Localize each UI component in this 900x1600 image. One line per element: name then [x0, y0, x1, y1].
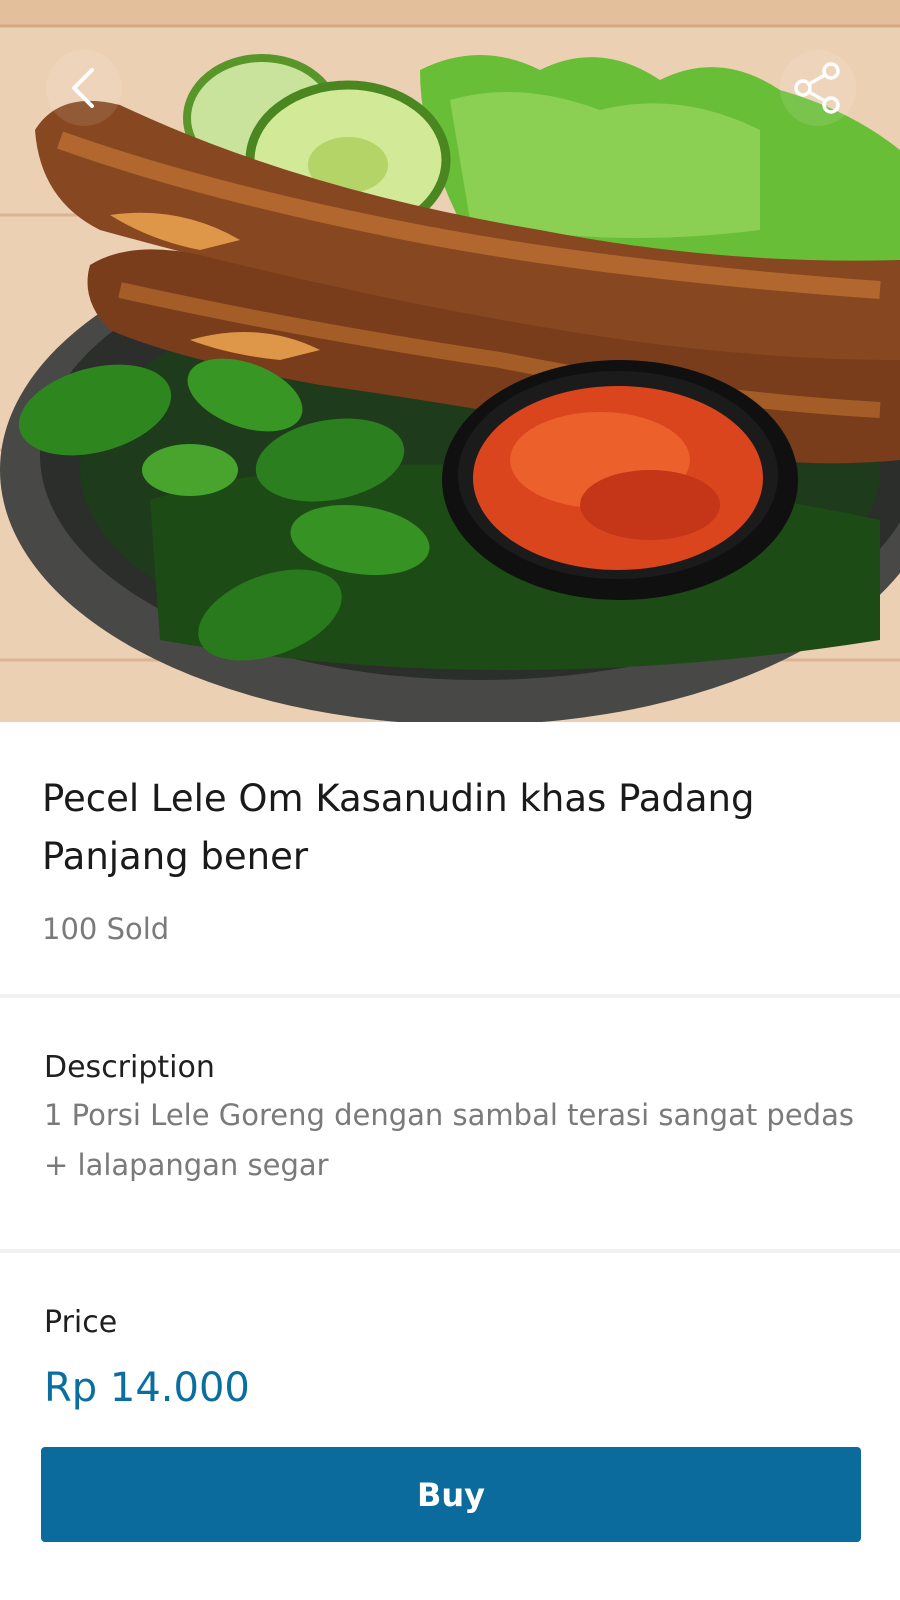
share-button[interactable] [780, 50, 856, 126]
product-title: Pecel Lele Om Kasanudin khas Padang Panj… [42, 777, 755, 878]
description-section: Description 1 Porsi Lele Goreng dengan s… [0, 1000, 900, 1248]
price-value: Rp 14.000 [44, 1365, 250, 1411]
price-label: Price [44, 1305, 118, 1340]
share-icon [794, 62, 840, 114]
divider [0, 1249, 900, 1253]
back-button[interactable] [46, 50, 122, 126]
description-text: 1 Porsi Lele Goreng dengan sambal terasi… [44, 1098, 854, 1182]
product-summary: Pecel Lele Om Kasanudin khas Padang Panj… [0, 722, 900, 992]
buy-button[interactable]: Buy [41, 1447, 861, 1542]
chevron-left-icon [72, 68, 94, 108]
description-label: Description [44, 1050, 215, 1085]
price-section: Price Rp 14.000 Buy [0, 1255, 900, 1600]
product-image [0, 0, 900, 722]
divider [0, 994, 900, 998]
sold-count: 100 Sold [42, 912, 170, 946]
